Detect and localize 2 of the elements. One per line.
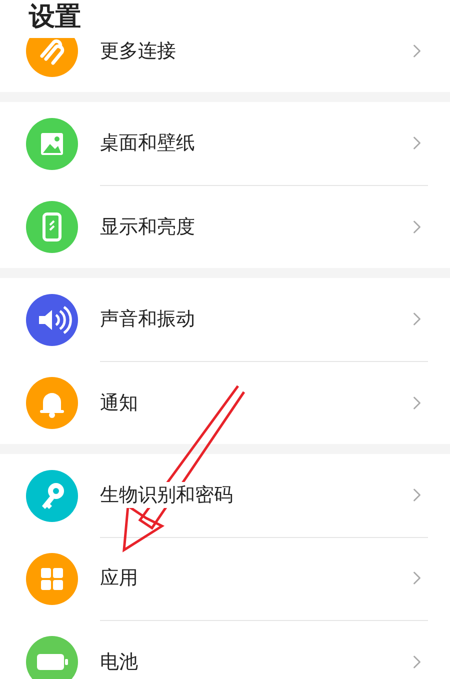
page-title: 设置 [29, 2, 81, 32]
setting-label[interactable]: 生物识别和密码 [100, 482, 233, 508]
